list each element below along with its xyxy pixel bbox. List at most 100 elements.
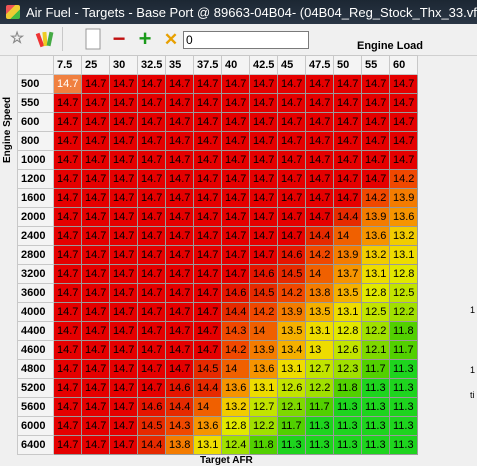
table-cell[interactable]: 14.7 xyxy=(193,93,222,113)
table-cell[interactable]: 14.7 xyxy=(81,302,110,322)
table-cell[interactable]: 14.7 xyxy=(165,264,194,284)
table-cell[interactable]: 14.7 xyxy=(109,321,138,341)
table-cell[interactable]: 12.6 xyxy=(277,378,306,398)
table-cell[interactable]: 14.7 xyxy=(361,131,390,151)
table-cell[interactable]: 13.9 xyxy=(389,188,418,208)
column-header[interactable]: 25 xyxy=(81,55,110,75)
table-cell[interactable]: 14.7 xyxy=(193,245,222,265)
table-cell[interactable]: 14.7 xyxy=(81,188,110,208)
table-cell[interactable]: 14.7 xyxy=(389,74,418,94)
table-cell[interactable]: 14.7 xyxy=(221,131,250,151)
row-header[interactable]: 4600 xyxy=(17,340,54,360)
table-cell[interactable]: 14.7 xyxy=(53,264,82,284)
table-cell[interactable]: 14.6 xyxy=(277,245,306,265)
table-cell[interactable]: 14.7 xyxy=(137,207,166,227)
table-cell[interactable]: 14.6 xyxy=(221,283,250,303)
value-input[interactable] xyxy=(183,31,309,49)
table-cell[interactable]: 13.1 xyxy=(277,359,306,379)
table-cell[interactable]: 14.7 xyxy=(81,378,110,398)
table-cell[interactable]: 11.7 xyxy=(277,416,306,436)
table-cell[interactable]: 11.3 xyxy=(305,416,334,436)
table-cell[interactable]: 11.8 xyxy=(389,321,418,341)
table-cell[interactable]: 12.8 xyxy=(221,416,250,436)
table-cell[interactable]: 14.7 xyxy=(53,359,82,379)
table-cell[interactable]: 13.9 xyxy=(361,207,390,227)
table-cell[interactable]: 14.7 xyxy=(81,112,110,132)
table-cell[interactable]: 14.7 xyxy=(81,321,110,341)
table-cell[interactable]: 14.7 xyxy=(333,74,362,94)
table-cell[interactable]: 13.7 xyxy=(333,264,362,284)
table-cell[interactable]: 14.7 xyxy=(193,321,222,341)
table-cell[interactable]: 14.7 xyxy=(53,245,82,265)
table-cell[interactable]: 13.2 xyxy=(221,397,250,417)
table-cell[interactable]: 14.7 xyxy=(81,397,110,417)
table-cell[interactable]: 13.9 xyxy=(333,245,362,265)
table-cell[interactable]: 11.3 xyxy=(361,397,390,417)
table-cell[interactable]: 14.7 xyxy=(109,435,138,455)
table-cell[interactable]: 14.7 xyxy=(221,226,250,246)
table-cell[interactable]: 14.7 xyxy=(305,112,334,132)
row-header[interactable]: 600 xyxy=(17,112,54,132)
table-cell[interactable]: 14.7 xyxy=(249,150,278,170)
table-cell[interactable]: 12.7 xyxy=(249,397,278,417)
row-header[interactable]: 5600 xyxy=(17,397,54,417)
table-cell[interactable]: 14.7 xyxy=(165,226,194,246)
column-header[interactable]: 60 xyxy=(389,55,418,75)
column-header[interactable]: 30 xyxy=(109,55,138,75)
table-cell[interactable]: 14.7 xyxy=(165,150,194,170)
table-cell[interactable]: 14.7 xyxy=(137,93,166,113)
table-cell[interactable]: 14.7 xyxy=(53,416,82,436)
table-cell[interactable]: 14.7 xyxy=(277,207,306,227)
table-cell[interactable]: 14.7 xyxy=(277,131,306,151)
table-cell[interactable]: 14.7 xyxy=(109,359,138,379)
table-cell[interactable]: 13 xyxy=(305,340,334,360)
table-cell[interactable]: 14.7 xyxy=(165,245,194,265)
table-cell[interactable]: 14.7 xyxy=(333,131,362,151)
table-cell[interactable]: 14.7 xyxy=(81,131,110,151)
table-cell[interactable]: 14.7 xyxy=(109,245,138,265)
table-cell[interactable]: 11.7 xyxy=(305,397,334,417)
table-cell[interactable]: 14.7 xyxy=(333,112,362,132)
table-cell[interactable]: 14.7 xyxy=(53,74,82,94)
table-cell[interactable]: 14.7 xyxy=(109,416,138,436)
row-header[interactable]: 800 xyxy=(17,131,54,151)
table-cell[interactable]: 14.7 xyxy=(165,359,194,379)
column-header[interactable]: 32.5 xyxy=(137,55,166,75)
table-cell[interactable]: 12.3 xyxy=(333,359,362,379)
table-cell[interactable]: 14.7 xyxy=(165,169,194,189)
table-cell[interactable]: 14.7 xyxy=(109,188,138,208)
table-cell[interactable]: 14.3 xyxy=(165,416,194,436)
table-cell[interactable]: 14.7 xyxy=(193,169,222,189)
table-cell[interactable]: 14.7 xyxy=(193,302,222,322)
minus-icon[interactable]: − xyxy=(108,28,130,50)
table-cell[interactable]: 14.7 xyxy=(305,169,334,189)
table-cell[interactable]: 14.7 xyxy=(53,340,82,360)
table-cell[interactable]: 14.6 xyxy=(249,264,278,284)
table-cell[interactable]: 14.4 xyxy=(137,435,166,455)
table-cell[interactable]: 13.9 xyxy=(277,302,306,322)
table-cell[interactable]: 12.2 xyxy=(305,378,334,398)
row-header[interactable]: 4000 xyxy=(17,302,54,322)
table-cell[interactable]: 14.7 xyxy=(277,188,306,208)
table-cell[interactable]: 14.7 xyxy=(109,74,138,94)
table-cell[interactable]: 14.7 xyxy=(193,150,222,170)
table-cell[interactable]: 11.3 xyxy=(389,359,418,379)
table-cell[interactable]: 14.7 xyxy=(109,397,138,417)
table-cell[interactable]: 14.7 xyxy=(165,283,194,303)
table-cell[interactable]: 13.1 xyxy=(249,378,278,398)
table-cell[interactable]: 14.7 xyxy=(277,150,306,170)
table-cell[interactable]: 12.8 xyxy=(333,321,362,341)
table-cell[interactable]: 14.7 xyxy=(221,188,250,208)
table-cell[interactable]: 14.7 xyxy=(389,150,418,170)
table-cell[interactable]: 14.7 xyxy=(81,340,110,360)
table-cell[interactable]: 14.7 xyxy=(137,74,166,94)
table-cell[interactable]: 14.7 xyxy=(81,435,110,455)
table-cell[interactable]: 14 xyxy=(249,321,278,341)
table-cell[interactable]: 14.7 xyxy=(81,74,110,94)
table-cell[interactable]: 11.7 xyxy=(361,359,390,379)
table-cell[interactable]: 14.4 xyxy=(305,226,334,246)
table-cell[interactable]: 14.7 xyxy=(249,74,278,94)
table-cell[interactable]: 13.1 xyxy=(305,321,334,341)
table-cell[interactable]: 11.3 xyxy=(361,416,390,436)
table-cell[interactable]: 14.7 xyxy=(361,93,390,113)
